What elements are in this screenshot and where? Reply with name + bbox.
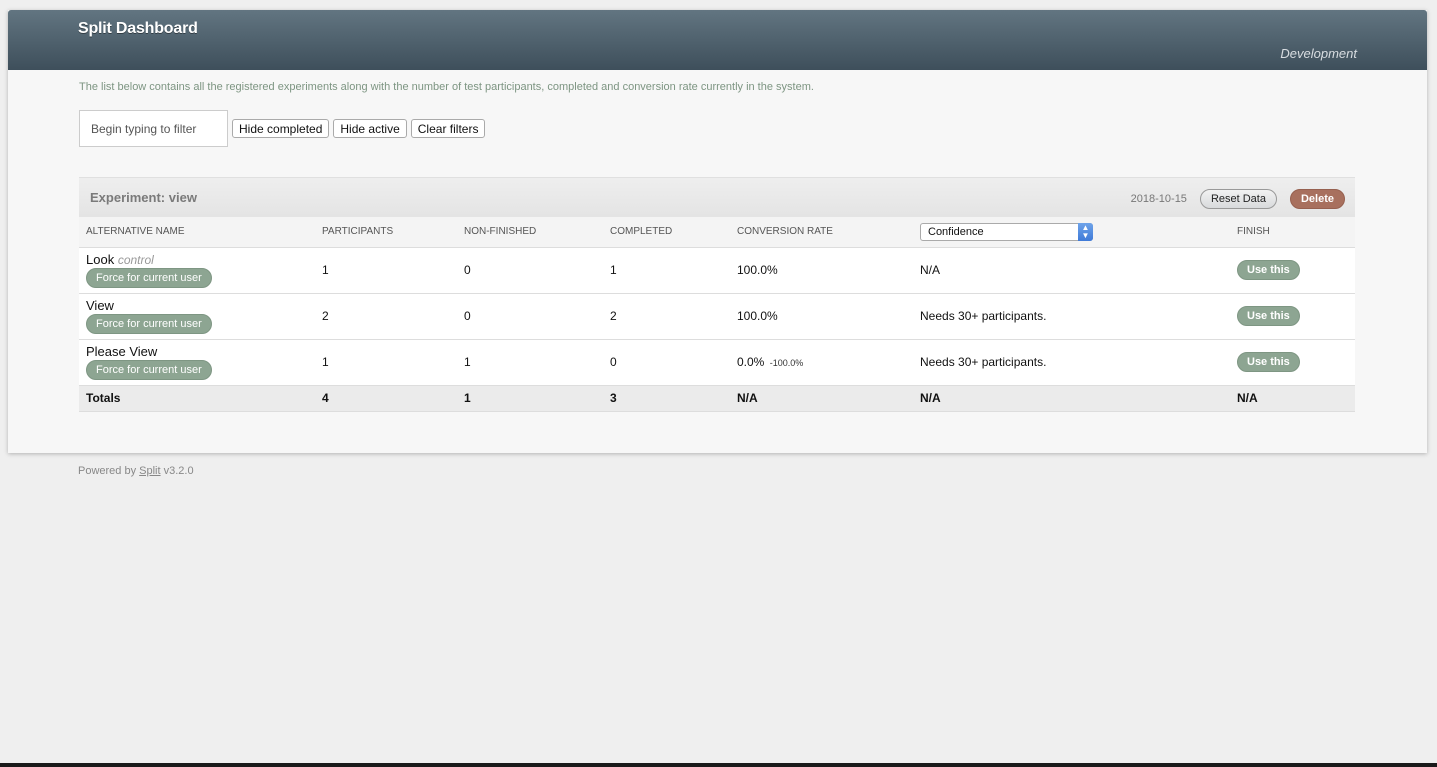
totals-completed: 3 (610, 391, 617, 405)
finish-cell: Use this (1230, 293, 1355, 339)
experiment-card: Experiment: view 2018-10-15 Reset Data D… (79, 177, 1355, 412)
conversion-cell: 100.0% (730, 293, 913, 339)
alternative-cell: Look control Force for current user (79, 247, 315, 293)
alternative-cell: View Force for current user (79, 293, 315, 339)
control-tag: control (117, 252, 154, 267)
experiment-actions: 2018-10-15 Reset Data Delete (1131, 189, 1345, 209)
totals-participants: 4 (322, 391, 329, 405)
totals-non-finished: 1 (464, 391, 471, 405)
experiment-title: Experiment: view (90, 190, 197, 205)
conversion-rate: 100.0% (737, 309, 778, 323)
totals-confidence: N/A (920, 391, 941, 405)
intro-text: The list below contains all the register… (79, 81, 814, 93)
header-bar: Split Dashboard Development (8, 10, 1427, 70)
conversion-cell: 100.0% (730, 247, 913, 293)
clear-filters-button[interactable]: Clear filters (410, 119, 486, 138)
table-row: View Force for current user 2 0 2 100.0%… (79, 293, 1355, 339)
non-finished-cell: 0 (464, 263, 471, 277)
use-this-button[interactable]: Use this (1237, 260, 1300, 280)
environment-label: Development (1280, 46, 1357, 61)
completed-cell: 1 (610, 263, 617, 277)
use-this-button[interactable]: Use this (1237, 352, 1300, 372)
totals-label: Totals (86, 391, 121, 405)
column-non-finished: Non-Finished (464, 226, 537, 238)
column-confidence: Confidence ▲ ▼ (913, 217, 1230, 247)
column-participants: Participants (322, 226, 394, 238)
reset-data-button[interactable]: Reset Data (1199, 189, 1277, 209)
column-conversion-rate: Conversion Rate (737, 226, 833, 238)
participants-cell: 2 (322, 309, 329, 323)
filter-input[interactable] (79, 110, 228, 147)
experiment-date: 2018-10-15 (1130, 193, 1187, 205)
select-arrows-icon: ▲ ▼ (1078, 222, 1093, 241)
conversion-cell: 0.0% -100.0% (730, 339, 913, 385)
alternative-name: Please View (86, 343, 158, 359)
alternatives-table: Alternative Name Participants Non-Finish… (79, 217, 1355, 412)
column-completed: Completed (610, 226, 673, 238)
force-for-current-user-button[interactable]: Force for current user (86, 313, 212, 334)
dashboard-panel: Split Dashboard Development The list bel… (8, 10, 1427, 453)
table-row: Please View Force for current user 1 1 0… (79, 339, 1355, 385)
finish-cell: Use this (1230, 247, 1355, 293)
finish-cell: Use this (1230, 339, 1355, 385)
alternative-name: Look (86, 251, 115, 267)
force-for-current-user-button[interactable]: Force for current user (86, 359, 212, 380)
completed-cell: 0 (610, 355, 617, 369)
totals-row: Totals 4 1 3 N/A N/A N/A (79, 385, 1355, 411)
table-row: Look control Force for current user 1 0 … (79, 247, 1355, 293)
column-alternative-name: Alternative Name (86, 226, 185, 238)
bottom-strip (0, 763, 1437, 767)
footer-prefix: Powered by (78, 465, 137, 477)
app-title: Split Dashboard (78, 20, 198, 37)
alternative-name: View (86, 297, 114, 313)
conversion-diff: -100.0% (769, 358, 804, 368)
filter-bar: Hide completed Hide active Clear filters (79, 110, 486, 147)
column-finish: Finish (1237, 226, 1270, 238)
completed-cell: 2 (610, 309, 617, 323)
non-finished-cell: 1 (464, 355, 471, 369)
confidence-select[interactable]: Confidence ▲ ▼ (920, 222, 1093, 241)
confidence-cell: Needs 30+ participants. (920, 309, 1047, 323)
table-header-row: Alternative Name Participants Non-Finish… (79, 217, 1355, 247)
footer: Powered by Split v3.2.0 (78, 465, 194, 477)
non-finished-cell: 0 (464, 309, 471, 323)
use-this-button[interactable]: Use this (1237, 306, 1300, 326)
delete-button[interactable]: Delete (1289, 189, 1345, 209)
totals-conversion: N/A (737, 391, 758, 405)
totals-finish: N/A (1237, 391, 1258, 405)
experiment-header: Experiment: view 2018-10-15 Reset Data D… (79, 177, 1355, 217)
confidence-cell: Needs 30+ participants. (920, 355, 1047, 369)
split-link[interactable]: Split (139, 465, 160, 477)
footer-version: v3.2.0 (163, 465, 194, 477)
conversion-rate: 0.0% (737, 355, 765, 369)
confidence-select-value: Confidence (928, 225, 984, 238)
confidence-cell: N/A (920, 263, 941, 277)
hide-active-button[interactable]: Hide active (333, 119, 407, 138)
alternative-cell: Please View Force for current user (79, 339, 315, 385)
conversion-rate: 100.0% (737, 263, 778, 277)
hide-completed-button[interactable]: Hide completed (232, 119, 330, 138)
participants-cell: 1 (322, 355, 329, 369)
participants-cell: 1 (322, 263, 329, 277)
force-for-current-user-button[interactable]: Force for current user (86, 267, 212, 288)
